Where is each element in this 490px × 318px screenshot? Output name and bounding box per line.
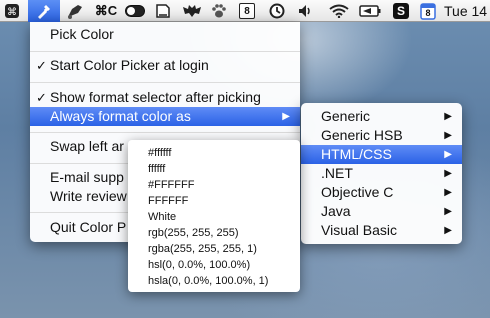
s-app-label: S [393, 3, 409, 19]
checkmark-icon: ✓ [36, 90, 47, 105]
calendar-badge-number: 8 [239, 3, 255, 19]
menu-separator [30, 82, 300, 83]
html-format-option[interactable]: ffffff [148, 161, 165, 177]
submenu-arrow-icon: ▶ [444, 168, 452, 179]
swap-buttons-label: Swap left ar [50, 138, 124, 154]
menu-bar: ⌘ ⌘C 8 S 8 Tue 14 [0, 0, 490, 22]
start-at-login-item[interactable]: ✓ Start Color Picker at login [30, 56, 300, 75]
submenu-arrow-icon: ▶ [444, 225, 452, 236]
calendar-badge-icon[interactable]: 8 [236, 0, 258, 22]
format-java-label: Java [321, 203, 351, 219]
submenu-arrow-icon: ▶ [444, 111, 452, 122]
quit-label: Quit Color P [50, 219, 127, 235]
color-picker-dropper-icon[interactable] [28, 0, 60, 22]
html-format-option[interactable]: White [148, 209, 176, 225]
calendar-icon[interactable]: 8 [418, 0, 438, 22]
email-support-label: E-mail supp [50, 169, 124, 185]
format-generic-label: Generic [321, 108, 371, 124]
html-format-option[interactable]: #FFFFFF [148, 177, 194, 193]
stamp-icon[interactable] [64, 0, 86, 22]
format-visual-basic-label: Visual Basic [321, 222, 398, 238]
write-review-label: Write review [50, 188, 127, 204]
menu-separator [30, 132, 300, 133]
pick-color-label: Pick Color [50, 26, 114, 42]
time-machine-icon[interactable] [266, 0, 288, 22]
html-format-option[interactable]: rgb(255, 255, 255) [148, 225, 239, 241]
format-submenu: Generic ▶ Generic HSB ▶ HTML/CSS ▶ .NET … [301, 103, 462, 244]
paw-icon[interactable] [208, 0, 230, 22]
format-visual-basic-item[interactable]: Visual Basic ▶ [301, 221, 462, 240]
start-at-login-label: Start Color Picker at login [50, 57, 209, 73]
checkmark-icon: ✓ [36, 58, 47, 73]
format-objective-c-label: Objective C [321, 184, 394, 200]
always-format-color-label: Always format color as [50, 108, 191, 124]
wifi-icon[interactable] [326, 0, 352, 22]
volume-icon[interactable] [296, 0, 318, 22]
format-java-item[interactable]: Java ▶ [301, 202, 462, 221]
format-generic-item[interactable]: Generic ▶ [301, 107, 462, 126]
format-generic-hsb-label: Generic HSB [321, 127, 403, 143]
submenu-arrow-icon: ▶ [444, 206, 452, 217]
battery-icon[interactable] [358, 0, 382, 22]
html-format-option[interactable]: hsl(0, 0.0%, 100.0%) [148, 257, 250, 273]
html-css-format-list: #ffffff ffffff #FFFFFF FFFFFF White rgb(… [128, 140, 300, 292]
document-icon[interactable] [152, 0, 174, 22]
menubar-clock[interactable]: Tue 14 [444, 0, 490, 22]
show-format-selector-label: Show format selector after picking [50, 89, 261, 105]
show-format-selector-item[interactable]: ✓ Show format selector after picking [30, 88, 300, 107]
calendar-icon-number: 8 [425, 8, 431, 18]
toggle-icon[interactable] [124, 0, 146, 22]
format-objective-c-item[interactable]: Objective C ▶ [301, 183, 462, 202]
html-format-option[interactable]: #ffffff [148, 145, 171, 161]
submenu-arrow-icon: ▶ [444, 149, 452, 160]
pick-color-item[interactable]: Pick Color [30, 25, 300, 44]
command-key-icon[interactable]: ⌘ [2, 0, 22, 22]
bat-icon[interactable] [180, 0, 204, 22]
html-format-option[interactable]: rgba(255, 255, 255, 1) [148, 241, 257, 257]
command-c-icon[interactable]: ⌘C [90, 0, 122, 22]
menu-separator [30, 51, 300, 52]
format-generic-hsb-item[interactable]: Generic HSB ▶ [301, 126, 462, 145]
format-html-css-item[interactable]: HTML/CSS ▶ [301, 145, 462, 164]
submenu-arrow-icon: ▶ [282, 111, 290, 122]
submenu-arrow-icon: ▶ [444, 187, 452, 198]
html-format-option[interactable]: FFFFFF [148, 193, 188, 209]
format-html-css-label: HTML/CSS [321, 146, 392, 162]
html-format-option[interactable]: hsla(0, 0.0%, 100.0%, 1) [148, 273, 268, 289]
s-app-icon[interactable]: S [390, 0, 412, 22]
format-dotnet-item[interactable]: .NET ▶ [301, 164, 462, 183]
format-dotnet-label: .NET [321, 165, 353, 181]
submenu-arrow-icon: ▶ [444, 130, 452, 141]
svg-text:⌘: ⌘ [7, 7, 17, 18]
always-format-color-item[interactable]: Always format color as ▶ [30, 107, 300, 126]
